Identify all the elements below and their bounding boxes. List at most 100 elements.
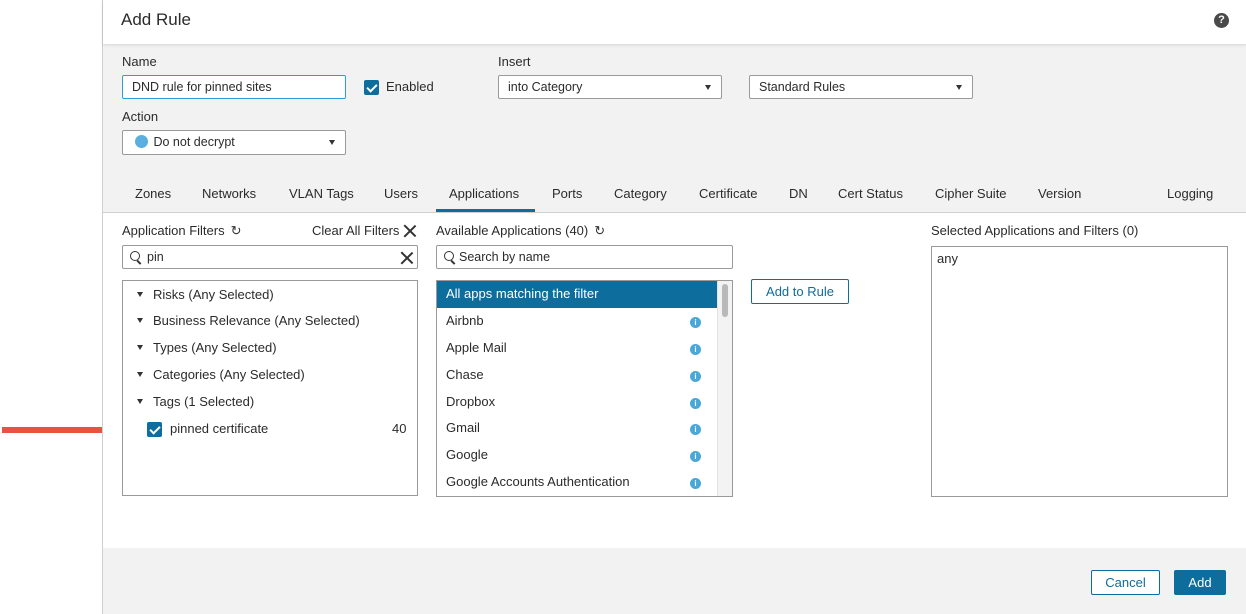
app-search-placeholder: Search by name — [459, 250, 551, 264]
list-item-label: Chase — [446, 367, 484, 382]
tab-logging[interactable]: Logging — [1167, 186, 1213, 201]
chevron-down-icon — [956, 85, 962, 90]
filter-types-label: Types (Any Selected) — [153, 340, 277, 355]
dialog-titlebar: Add Rule ? — [103, 0, 1246, 44]
list-item-label: Airbnb — [446, 313, 484, 328]
filter-risks[interactable]: Risks (Any Selected) — [137, 287, 274, 302]
list-item-label: Google — [446, 447, 488, 462]
add-to-rule-button[interactable]: Add to Rule — [751, 279, 849, 304]
tab-applications[interactable]: Applications — [449, 186, 519, 201]
action-select[interactable]: Do not decrypt — [122, 130, 346, 155]
list-item[interactable]: Google i — [437, 442, 717, 469]
insert-label: Insert — [498, 54, 531, 69]
pinned-certificate-count: 40 — [392, 421, 407, 436]
list-item[interactable]: Chase i — [437, 362, 717, 389]
info-icon[interactable]: i — [690, 424, 701, 435]
action-label: Action — [122, 109, 159, 124]
dialog-title: Add Rule — [121, 10, 191, 29]
applications-tab-content: Application Filters ↻ Clear All Filters p… — [103, 213, 1246, 548]
list-item-label: Google Accounts Authentication — [446, 474, 630, 489]
search-icon — [130, 251, 140, 261]
help-icon[interactable]: ? — [1214, 13, 1229, 28]
filter-risks-label: Risks (Any Selected) — [153, 287, 274, 302]
list-item[interactable]: Gmail i — [437, 415, 717, 442]
category-select[interactable]: Standard Rules — [749, 75, 973, 99]
info-icon[interactable]: i — [690, 371, 701, 382]
name-label: Name — [122, 54, 157, 69]
enabled-checkbox[interactable] — [364, 80, 379, 95]
refresh-icon[interactable]: ↻ — [594, 223, 605, 239]
search-icon — [444, 251, 454, 261]
list-item[interactable]: Airbnb i — [437, 308, 717, 335]
chevron-down-icon — [329, 140, 335, 145]
add-button[interactable]: Add — [1174, 570, 1226, 595]
expand-triangle-icon — [137, 345, 143, 351]
pinned-certificate-label: pinned certificate — [170, 421, 269, 436]
list-item-label: Apple Mail — [446, 340, 507, 355]
expand-triangle-icon — [137, 399, 143, 405]
add-rule-dialog: Add Rule ? Name DND rule for pinned site… — [102, 0, 1246, 614]
info-icon[interactable]: i — [690, 317, 701, 328]
info-icon[interactable]: i — [690, 478, 701, 489]
selected-applications-list[interactable]: any — [931, 246, 1228, 497]
name-input[interactable]: DND rule for pinned sites — [122, 75, 346, 99]
pinned-certificate-checkbox[interactable] — [147, 422, 162, 437]
filter-tags[interactable]: Tags (1 Selected) — [137, 394, 254, 409]
list-item[interactable]: Google Accounts Authentication i — [437, 469, 717, 496]
list-item[interactable]: Apple Mail i — [437, 335, 717, 362]
tab-cert-status[interactable]: Cert Status — [838, 186, 903, 201]
available-applications-heading: Available Applications (40) ↻ — [436, 223, 605, 239]
filters-tree-panel: Risks (Any Selected) Business Relevance … — [122, 280, 418, 496]
clear-all-filters-label[interactable]: Clear All Filters — [312, 223, 399, 238]
application-filters-title: Application Filters — [122, 223, 225, 238]
tab-zones[interactable]: Zones — [135, 186, 171, 201]
list-scrollbar[interactable] — [717, 281, 732, 496]
expand-triangle-icon — [137, 372, 143, 378]
tab-dn[interactable]: DN — [789, 186, 808, 201]
info-icon[interactable]: i — [690, 451, 701, 462]
list-item-label: All apps matching the filter — [446, 286, 599, 301]
tab-version[interactable]: Version — [1038, 186, 1081, 201]
expand-triangle-icon — [137, 318, 143, 324]
cancel-button[interactable]: Cancel — [1091, 570, 1160, 595]
app-search-input[interactable]: Search by name — [436, 245, 733, 269]
filter-search-input[interactable]: pin — [122, 245, 418, 269]
info-icon[interactable]: i — [690, 344, 701, 355]
filter-categories[interactable]: Categories (Any Selected) — [137, 367, 305, 382]
expand-triangle-icon — [137, 292, 143, 298]
insert-select[interactable]: into Category — [498, 75, 722, 99]
tab-cipher-suite[interactable]: Cipher Suite — [935, 186, 1007, 201]
tab-networks[interactable]: Networks — [202, 186, 256, 201]
filter-categories-label: Categories (Any Selected) — [153, 367, 305, 382]
available-applications-title: Available Applications (40) — [436, 223, 589, 238]
list-item-label: Gmail — [446, 420, 480, 435]
list-item-label: Dropbox — [446, 394, 496, 409]
selected-any-value: any — [937, 251, 958, 266]
tab-certificate[interactable]: Certificate — [699, 186, 758, 201]
scrollbar-thumb[interactable] — [722, 284, 728, 317]
tab-category[interactable]: Category — [614, 186, 667, 201]
tab-ports[interactable]: Ports — [552, 186, 582, 201]
tab-users[interactable]: Users — [384, 186, 418, 201]
screen: Add Rule ? Name DND rule for pinned site… — [0, 0, 1246, 614]
enabled-label: Enabled — [386, 79, 434, 94]
rule-tabs: Zones Networks VLAN Tags Users Applicati… — [103, 170, 1246, 213]
action-select-value: Do not decrypt — [153, 135, 235, 149]
selected-applications-heading: Selected Applications and Filters (0) — [931, 223, 1139, 238]
available-applications-list: All apps matching the filter Airbnb i App… — [436, 280, 733, 497]
tab-vlan-tags[interactable]: VLAN Tags — [289, 186, 354, 201]
insert-select-value: into Category — [508, 80, 583, 94]
list-item[interactable]: Dropbox i — [437, 389, 717, 416]
refresh-icon[interactable]: ↻ — [231, 223, 242, 239]
filter-business-relevance[interactable]: Business Relevance (Any Selected) — [137, 313, 360, 328]
category-select-value: Standard Rules — [759, 80, 846, 94]
clear-filters-close-icon[interactable] — [403, 224, 417, 238]
info-icon[interactable]: i — [690, 398, 701, 409]
clear-search-close-icon[interactable] — [400, 251, 414, 265]
list-item-all-apps[interactable]: All apps matching the filter — [437, 281, 717, 308]
chevron-down-icon — [705, 85, 711, 90]
filter-business-relevance-label: Business Relevance (Any Selected) — [153, 313, 360, 328]
filter-search-value: pin — [147, 250, 164, 264]
application-filters-heading: Application Filters ↻ — [122, 223, 242, 239]
filter-types[interactable]: Types (Any Selected) — [137, 340, 277, 355]
